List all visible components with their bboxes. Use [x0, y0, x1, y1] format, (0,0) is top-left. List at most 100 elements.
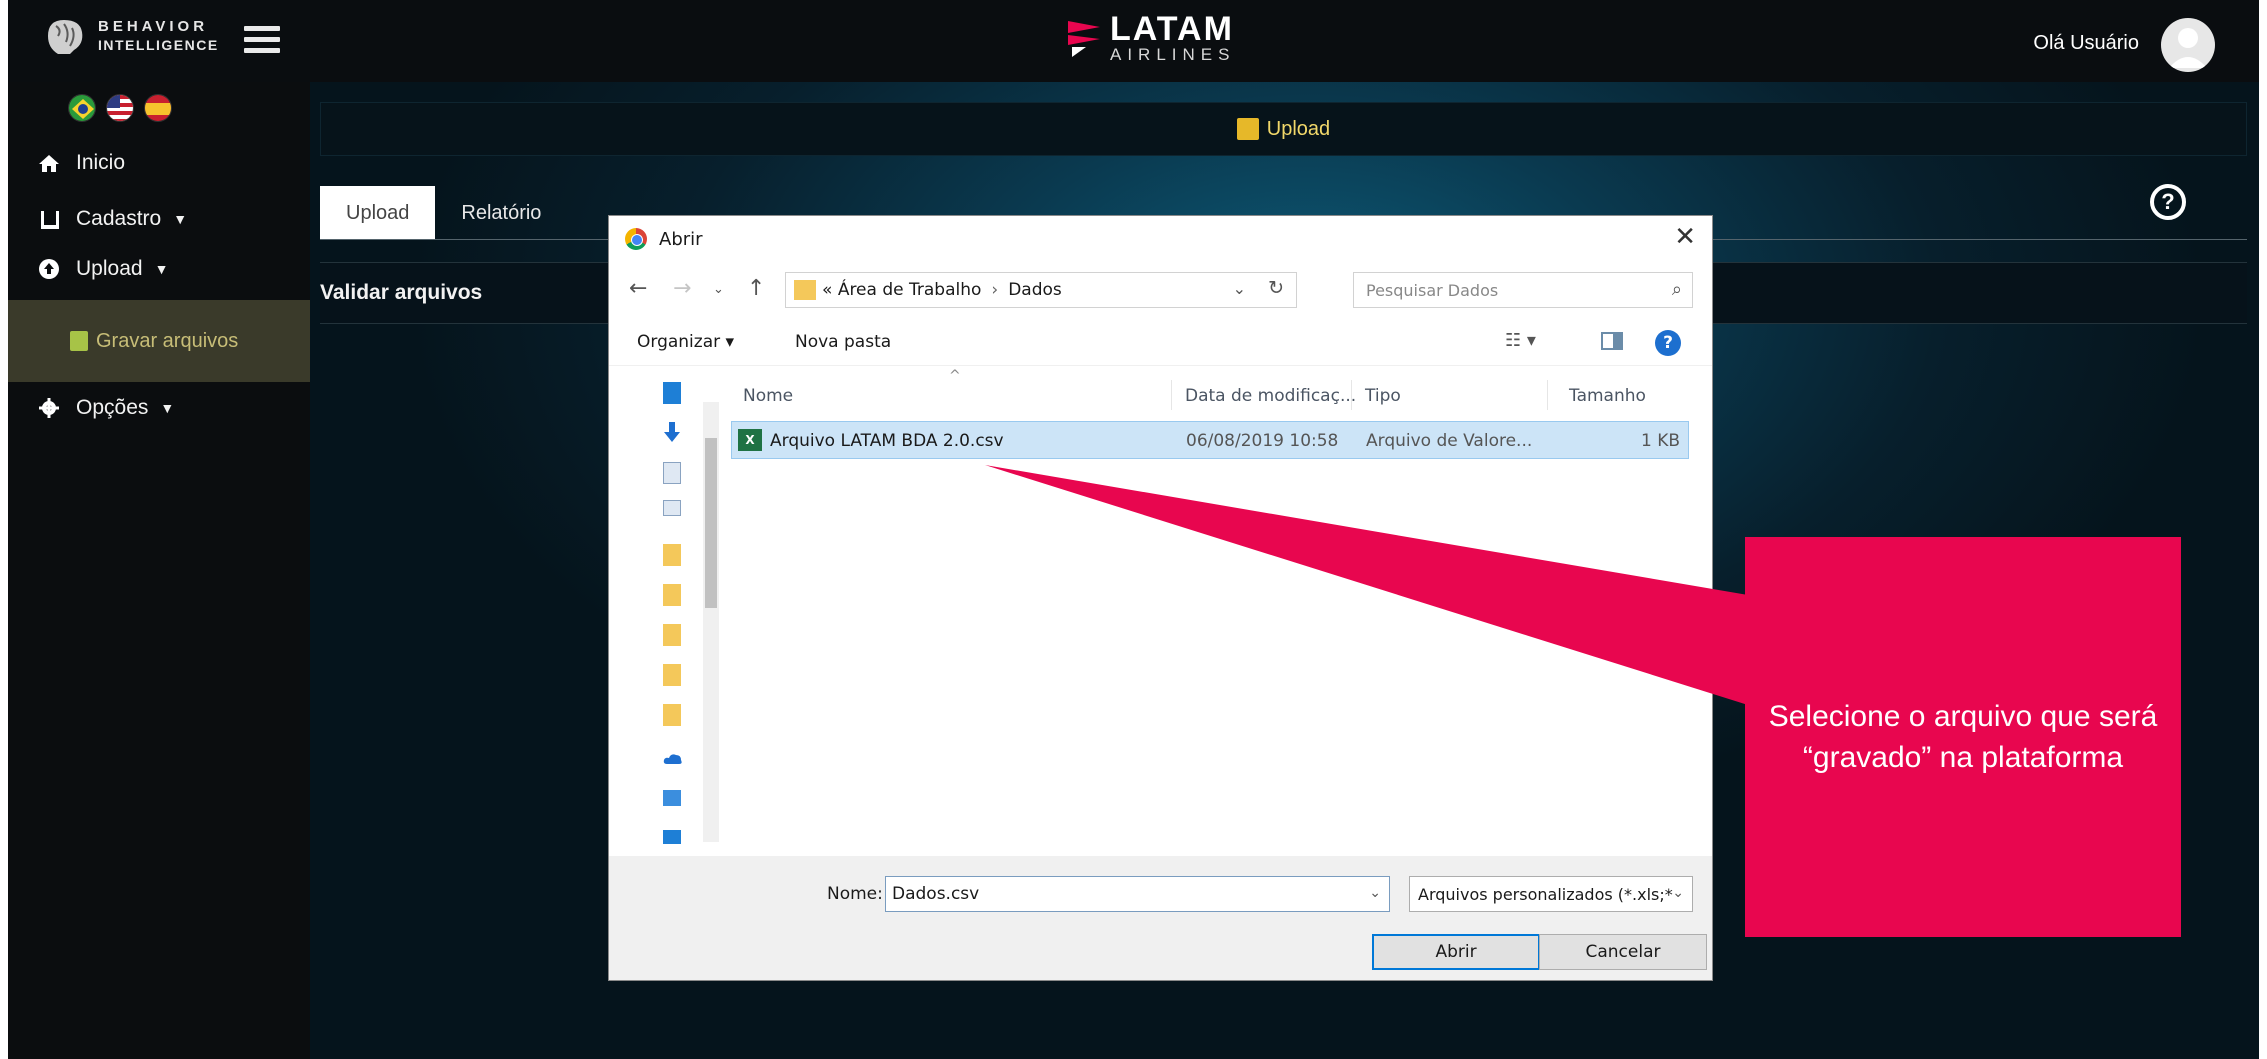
- folder-icon[interactable]: [663, 584, 681, 606]
- dialog-toolbar: Organizar ▾ Nova pasta ☷ ▾ ?: [609, 322, 1712, 366]
- organize-button[interactable]: Organizar ▾: [637, 332, 734, 352]
- sidebar: Inicio Cadastro ▼ Upload ▼ Gravar arquiv…: [8, 82, 310, 1059]
- user-greeting[interactable]: Olá Usuário: [2033, 32, 2139, 55]
- documents-icon[interactable]: [663, 462, 681, 484]
- breadcrumb-part1[interactable]: Área de Trabalho: [838, 280, 982, 300]
- navigation-pane: [649, 372, 719, 848]
- avatar[interactable]: [2161, 18, 2215, 72]
- folder-icon[interactable]: [663, 624, 681, 646]
- folder-icon[interactable]: [663, 544, 681, 566]
- view-options-icon[interactable]: ☷ ▾: [1505, 330, 1536, 351]
- gear-icon: [38, 397, 60, 419]
- tab-relatorio[interactable]: Relatório: [435, 186, 567, 240]
- caret-down-icon: ▼: [154, 261, 169, 277]
- folder-icon[interactable]: [663, 704, 681, 726]
- upload-banner: Upload: [320, 102, 2247, 156]
- up-arrow-icon[interactable]: ↑: [747, 276, 765, 301]
- column-date[interactable]: Data de modificaç...: [1185, 386, 1356, 406]
- brain-logo-icon: [48, 20, 83, 54]
- sidebar-subitem-label: Gravar arquivos: [96, 329, 239, 352]
- tab-upload[interactable]: Upload: [320, 186, 436, 240]
- cancel-button[interactable]: Cancelar: [1539, 934, 1707, 970]
- sidebar-item-label: Upload: [76, 257, 143, 280]
- search-input[interactable]: Pesquisar Dados ⌕: [1353, 272, 1693, 308]
- file-type: Arquivo de Valore...: [1366, 431, 1533, 451]
- instruction-callout: Selecione o arquivo que será “gravado” n…: [1745, 537, 2181, 937]
- airline-sub: AIRLINES: [1110, 45, 1236, 64]
- filename-label: Nome:: [827, 884, 883, 904]
- behavior-intelligence-logo[interactable]: BEHAVIOR INTELLIGENCE: [44, 16, 219, 56]
- airline-brand: LATAM: [1110, 10, 1234, 48]
- brazil-flag-icon[interactable]: [68, 94, 96, 122]
- chevron-down-icon: ⌄: [1672, 885, 1684, 901]
- column-size[interactable]: Tamanho: [1569, 386, 1646, 406]
- address-row: ← → ⌄ ↑ « Área de Trabalho › Dados ⌄ ↻ P…: [609, 268, 1712, 312]
- open-button[interactable]: Abrir: [1372, 934, 1540, 970]
- onedrive-icon[interactable]: [663, 750, 682, 772]
- preview-pane-icon[interactable]: [1601, 332, 1623, 350]
- breadcrumb-part2[interactable]: Dados: [1008, 280, 1062, 300]
- navigation-pane-scrollbar[interactable]: [703, 402, 719, 842]
- book-icon: [38, 208, 60, 230]
- downloads-icon[interactable]: [663, 422, 681, 444]
- hamburger-menu-icon[interactable]: [244, 26, 280, 54]
- upload-icon: [38, 258, 60, 280]
- chevron-down-icon[interactable]: ⌄: [1233, 279, 1246, 298]
- sidebar-item-label: Inicio: [76, 151, 126, 174]
- file-add-icon: [70, 331, 88, 351]
- sidebar-item-cadastro[interactable]: Cadastro ▼: [8, 195, 310, 243]
- sidebar-item-label: Cadastro: [76, 207, 162, 230]
- column-name[interactable]: Nome: [743, 386, 793, 406]
- file-date: 06/08/2019 10:58: [1186, 431, 1339, 451]
- sidebar-item-label: Opções: [76, 396, 149, 419]
- file-name: Arquivo LATAM BDA 2.0.csv: [770, 431, 1004, 451]
- forward-arrow-icon[interactable]: →: [673, 276, 691, 301]
- table-row[interactable]: X Arquivo LATAM BDA 2.0.csv 06/08/2019 1…: [731, 421, 1689, 459]
- sidebar-item-upload[interactable]: Upload ▼: [8, 245, 310, 293]
- sort-up-icon: ^: [949, 368, 961, 384]
- search-placeholder: Pesquisar Dados: [1366, 280, 1499, 300]
- file-size: 1 KB: [1640, 431, 1680, 451]
- address-bar[interactable]: « Área de Trabalho › Dados ⌄ ↻: [785, 272, 1297, 308]
- new-folder-button[interactable]: Nova pasta: [795, 332, 891, 352]
- refresh-icon[interactable]: ↻: [1268, 277, 1284, 299]
- filename-input[interactable]: Dados.csv ⌄: [885, 876, 1390, 912]
- home-icon: [38, 152, 60, 174]
- top-bar: BEHAVIOR INTELLIGENCE LATAM AIRLINES Olá…: [8, 0, 2259, 82]
- network-icon[interactable]: [663, 830, 681, 844]
- language-flags: [68, 94, 172, 122]
- chrome-icon: [625, 228, 647, 250]
- usa-flag-icon[interactable]: [106, 94, 134, 122]
- recent-dropdown-icon[interactable]: ⌄: [713, 282, 724, 297]
- file-list-header: Nome ^ Data de modificaç... Tipo Tamanho: [729, 368, 1689, 414]
- filetype-select[interactable]: Arquivos personalizados (*.xls;* ⌄: [1409, 876, 1693, 912]
- excel-file-icon: X: [738, 429, 762, 451]
- search-icon: ⌕: [1671, 279, 1682, 300]
- sidebar-subitem-gravar-arquivos[interactable]: Gravar arquivos: [8, 300, 310, 382]
- back-arrow-icon[interactable]: ←: [629, 276, 647, 301]
- this-pc-icon[interactable]: [663, 790, 681, 806]
- sidebar-item-inicio[interactable]: Inicio: [8, 139, 310, 187]
- close-icon[interactable]: ✕: [1674, 224, 1696, 250]
- sidebar-item-opcoes[interactable]: Opções ▼: [8, 384, 310, 432]
- breadcrumb-root: «: [822, 280, 833, 300]
- dialog-title-bar[interactable]: Abrir: [609, 216, 1712, 262]
- brand-line2: INTELLIGENCE: [98, 37, 219, 53]
- help-icon[interactable]: ?: [2150, 184, 2186, 220]
- folder-icon[interactable]: [663, 664, 681, 686]
- dialog-help-icon[interactable]: ?: [1655, 330, 1681, 356]
- latam-mark-icon: [1068, 21, 1100, 57]
- banner-title: Upload: [1266, 117, 1331, 140]
- chevron-down-icon[interactable]: ⌄: [1369, 885, 1381, 901]
- panel-title: Validar arquivos: [320, 281, 483, 304]
- tabs: Upload Relatório: [320, 186, 567, 240]
- spain-flag-icon[interactable]: [144, 94, 172, 122]
- caret-down-icon: ▼: [160, 400, 175, 416]
- column-type[interactable]: Tipo: [1365, 386, 1401, 406]
- user-avatar-icon: [2169, 28, 2207, 68]
- pictures-icon[interactable]: [663, 500, 681, 516]
- brand-line1: BEHAVIOR: [98, 18, 209, 35]
- quick-access-icon[interactable]: [663, 382, 681, 404]
- filename-value: Dados.csv: [892, 884, 980, 904]
- filetype-value: Arquivos personalizados (*.xls;*: [1418, 884, 1673, 904]
